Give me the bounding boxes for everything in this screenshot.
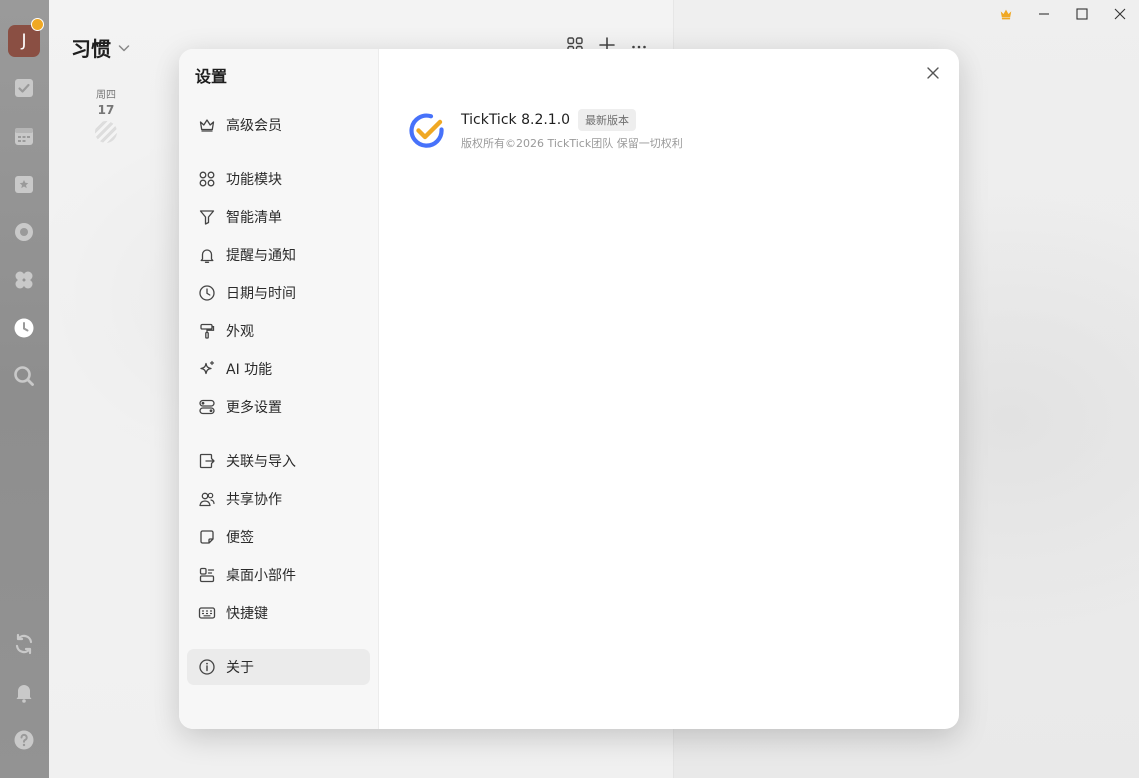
left-sidebar: J — [0, 0, 49, 778]
calendar-icon[interactable] — [12, 124, 36, 148]
ticktick-logo-icon — [405, 109, 449, 153]
maximize-icon[interactable] — [1063, 0, 1101, 28]
premium-crown-icon[interactable] — [987, 0, 1025, 28]
menu-item-label: 更多设置 — [226, 400, 282, 416]
menu-item-sticky-notes[interactable]: 便签 — [187, 519, 370, 555]
close-icon — [927, 67, 939, 79]
menu-item-label: 便签 — [226, 530, 254, 546]
keyboard-icon — [198, 604, 216, 622]
notification-bell-icon[interactable] — [12, 680, 36, 704]
menu-item-integrations[interactable]: 关联与导入 — [187, 443, 370, 479]
menu-item-widgets[interactable]: 桌面小部件 — [187, 557, 370, 593]
window-controls — [987, 0, 1139, 28]
info-icon — [198, 658, 216, 676]
settings-title: 设置 — [195, 67, 228, 86]
menu-item-features[interactable]: 功能模块 — [187, 161, 370, 197]
menu-item-label: 外观 — [226, 324, 254, 340]
filter-icon — [198, 208, 216, 226]
minimize-icon[interactable] — [1025, 0, 1063, 28]
settings-sidebar: 设置 高级会员 功能模块 智能清单 提醒与通知 日期与时间 外观 AI 功能 更… — [179, 49, 379, 729]
focus-timer-icon[interactable] — [12, 220, 36, 244]
habit-clover-icon[interactable] — [12, 268, 36, 292]
search-icon[interactable] — [12, 364, 36, 388]
help-icon[interactable] — [12, 728, 36, 752]
close-dialog-button[interactable] — [923, 63, 943, 83]
menu-item-smart-lists[interactable]: 智能清单 — [187, 199, 370, 235]
menu-item-label: 关于 — [226, 660, 254, 676]
habit-check-ring[interactable] — [95, 121, 117, 143]
menu-item-more-settings[interactable]: 更多设置 — [187, 389, 370, 425]
date-label: 17 — [97, 103, 115, 117]
paint-roller-icon — [198, 322, 216, 340]
menu-item-about[interactable]: 关于 — [187, 649, 370, 685]
clock-icon — [198, 284, 216, 302]
menu-item-premium[interactable]: 高级会员 — [187, 107, 370, 143]
latest-version-badge: 最新版本 — [578, 109, 637, 131]
sync-icon[interactable] — [12, 632, 36, 656]
menu-item-reminders[interactable]: 提醒与通知 — [187, 237, 370, 273]
menu-item-appearance[interactable]: 外观 — [187, 313, 370, 349]
sparkle-icon — [198, 360, 216, 378]
menu-item-collaboration[interactable]: 共享协作 — [187, 481, 370, 517]
page-title-text: 习惯 — [71, 37, 111, 61]
settings-dialog: 设置 高级会员 功能模块 智能清单 提醒与通知 日期与时间 外观 AI 功能 更… — [179, 49, 959, 729]
premium-badge-icon — [31, 18, 44, 31]
menu-item-label: 快捷键 — [226, 606, 268, 622]
users-icon — [198, 490, 216, 508]
menu-item-label: 提醒与通知 — [226, 248, 296, 264]
menu-item-label: AI 功能 — [226, 362, 273, 378]
about-section: TickTick 8.2.1.0 最新版本 版权所有©2026 TickTick… — [405, 109, 683, 153]
day-column: 周四 17 — [86, 86, 126, 143]
crown-icon — [198, 116, 216, 134]
app-version-name: TickTick 8.2.1.0 — [461, 112, 571, 128]
menu-item-label: 关联与导入 — [226, 454, 296, 470]
close-window-icon[interactable] — [1101, 0, 1139, 28]
toggles-icon — [198, 398, 216, 416]
menu-item-label: 日期与时间 — [226, 286, 296, 302]
menu-item-label: 共享协作 — [226, 492, 282, 508]
weekday-label: 周四 — [96, 90, 116, 101]
settings-menu: 高级会员 功能模块 智能清单 提醒与通知 日期与时间 外观 AI 功能 更多设置… — [187, 107, 370, 687]
menu-item-label: 智能清单 — [226, 210, 282, 226]
habit-clock-icon[interactable] — [12, 316, 36, 340]
sticky-note-icon — [198, 528, 216, 546]
import-icon — [198, 452, 216, 470]
menu-item-ai-features[interactable]: AI 功能 — [187, 351, 370, 387]
page-title[interactable]: 习惯 — [71, 33, 131, 62]
chevron-down-icon — [118, 44, 130, 51]
copyright-text: 版权所有©2026 TickTick团队 保留一切权利 — [461, 137, 683, 150]
task-checkbox-icon[interactable] — [12, 76, 36, 100]
grid-icon — [198, 170, 216, 188]
bell-icon — [198, 246, 216, 264]
menu-item-shortcuts[interactable]: 快捷键 — [187, 595, 370, 631]
menu-item-date-time[interactable]: 日期与时间 — [187, 275, 370, 311]
eisenhower-matrix-icon[interactable] — [12, 172, 36, 196]
menu-item-label: 桌面小部件 — [226, 568, 296, 584]
widget-icon — [198, 566, 216, 584]
menu-item-label: 功能模块 — [226, 172, 282, 188]
menu-item-label: 高级会员 — [226, 118, 282, 134]
